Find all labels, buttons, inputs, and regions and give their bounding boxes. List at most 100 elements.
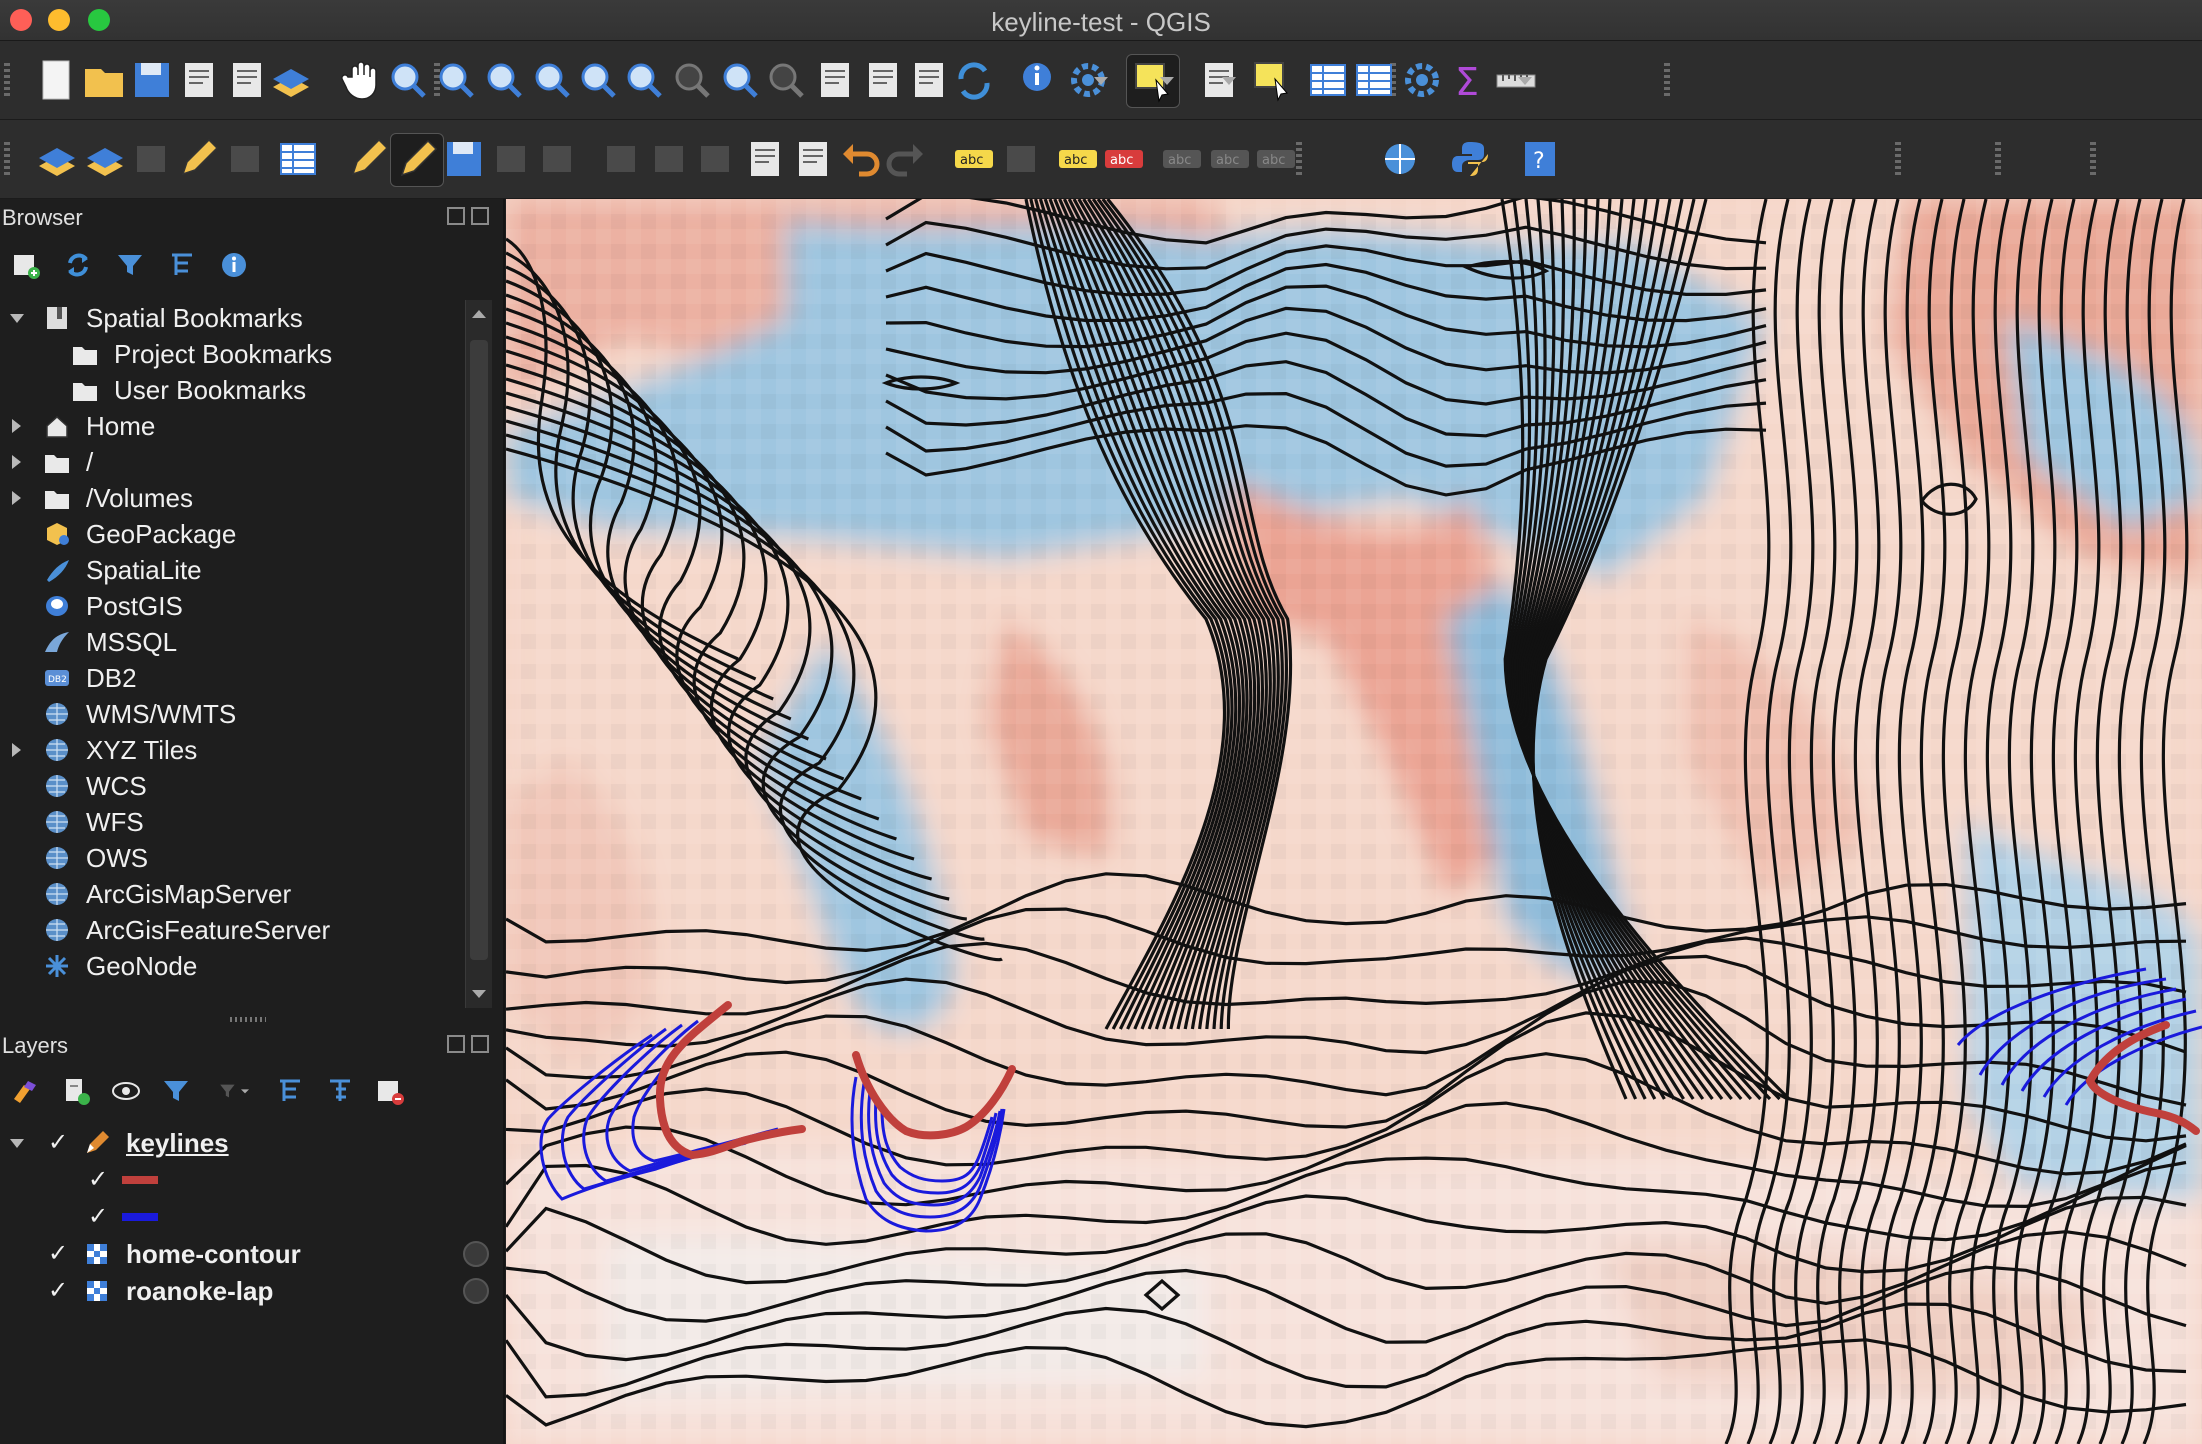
- undo-icon[interactable]: [786, 133, 838, 185]
- properties-info-icon[interactable]: [216, 247, 252, 283]
- new-project-icon[interactable]: [30, 54, 82, 106]
- style-manager-icon[interactable]: [8, 1073, 44, 1109]
- zoom-native-icon[interactable]: [714, 54, 766, 106]
- new-map-view-icon[interactable]: [856, 54, 908, 106]
- layer-visibility-checkbox[interactable]: ✓: [46, 1279, 70, 1303]
- statistics-icon[interactable]: [1396, 54, 1448, 106]
- browser-item[interactable]: XYZ Tiles: [0, 732, 464, 768]
- browser-item[interactable]: WCS: [0, 768, 464, 804]
- expand-arrow-icon[interactable]: [12, 455, 21, 469]
- expand-all-icon[interactable]: [272, 1073, 308, 1109]
- layer-item[interactable]: ✓ keylines: [0, 1125, 503, 1162]
- layer-visibility-checkbox[interactable]: ✓: [46, 1242, 70, 1266]
- diagram-tool-icon[interactable]: abc: [948, 133, 1000, 185]
- zoom-out-icon[interactable]: [526, 54, 578, 106]
- remove-layer-icon[interactable]: [372, 1073, 408, 1109]
- label-tool-icon[interactable]: [880, 133, 932, 185]
- open-attribute-table-icon[interactable]: [1348, 54, 1400, 106]
- refresh-icon[interactable]: [1014, 54, 1066, 106]
- add-group-icon[interactable]: [58, 1073, 94, 1109]
- collapse-all-icon[interactable]: [322, 1073, 358, 1109]
- save-layer-edits-icon[interactable]: [390, 133, 444, 187]
- save-project-icon[interactable]: [126, 54, 178, 106]
- tool-icon[interactable]: ?: [1514, 133, 1566, 185]
- refresh-icon[interactable]: [60, 247, 96, 283]
- dropdown-arrow[interactable]: [1160, 77, 1174, 85]
- zoom-last-icon[interactable]: [760, 54, 812, 106]
- layer-item[interactable]: ✓: [0, 1199, 503, 1236]
- expand-arrow-icon[interactable]: [10, 1139, 24, 1148]
- zoom-to-layer-icon[interactable]: [666, 54, 718, 106]
- select-features-icon[interactable]: [1192, 54, 1244, 106]
- add-selected-layers-icon[interactable]: [8, 247, 44, 283]
- panel-splitter[interactable]: [230, 1017, 266, 1022]
- layer-visibility-checkbox[interactable]: ✓: [86, 1168, 110, 1192]
- float-panel-button[interactable]: [447, 207, 465, 225]
- pan-icon[interactable]: [382, 54, 434, 106]
- digitizing-current-edits-icon[interactable]: [272, 133, 324, 185]
- change-label-icon[interactable]: abc: [1204, 133, 1256, 185]
- browser-item[interactable]: GeoPackage: [0, 516, 464, 552]
- layer-item[interactable]: ✓: [0, 1162, 503, 1199]
- new-spatialite-layer-icon[interactable]: [172, 133, 224, 185]
- zoom-to-selection-icon[interactable]: [618, 54, 670, 106]
- new-geopackage-layer-icon[interactable]: [78, 133, 130, 185]
- browser-item[interactable]: WFS: [0, 804, 464, 840]
- browser-item[interactable]: Spatial Bookmarks: [0, 300, 464, 336]
- float-panel-button[interactable]: [447, 1035, 465, 1053]
- vertex-tool-icon[interactable]: [486, 133, 538, 185]
- toggle-editing-icon[interactable]: [342, 133, 394, 185]
- show-hide-labels-icon[interactable]: abc: [1052, 133, 1104, 185]
- browser-item[interactable]: User Bookmarks: [0, 372, 464, 408]
- filter-legend-icon[interactable]: [158, 1073, 194, 1109]
- delete-selected-icon[interactable]: [596, 133, 648, 185]
- modify-attributes-icon[interactable]: [532, 133, 584, 185]
- expand-arrow-icon[interactable]: [10, 314, 24, 323]
- visibility-eye-icon[interactable]: [108, 1073, 144, 1109]
- browser-item[interactable]: ArcGisFeatureServer: [0, 912, 464, 948]
- map-render[interactable]: [506, 199, 2202, 1444]
- toolbar-grip[interactable]: [4, 63, 10, 99]
- deselect-all-icon[interactable]: [1302, 54, 1354, 106]
- close-panel-button[interactable]: [471, 1035, 489, 1053]
- browser-item[interactable]: MSSQL: [0, 624, 464, 660]
- pin-labels-icon[interactable]: [996, 133, 1048, 185]
- metasearch-icon[interactable]: abc: [1250, 133, 1302, 185]
- expand-arrow-icon[interactable]: [12, 419, 21, 433]
- zoom-in-icon[interactable]: [478, 54, 530, 106]
- filter-by-expression-icon[interactable]: [208, 1073, 258, 1109]
- toolbar-grip[interactable]: [1895, 142, 1901, 178]
- expand-arrow-icon[interactable]: [12, 743, 21, 757]
- browser-item[interactable]: GeoNode: [0, 948, 464, 984]
- map-canvas[interactable]: [506, 199, 2202, 1444]
- scroll-up-arrow[interactable]: [472, 310, 486, 318]
- browser-item[interactable]: Home: [0, 408, 464, 444]
- add-feature-icon[interactable]: [438, 133, 490, 185]
- new-virtual-layer-icon[interactable]: [220, 133, 272, 185]
- style-manager-icon[interactable]: [335, 54, 387, 106]
- close-panel-button[interactable]: [471, 207, 489, 225]
- layer-item[interactable]: ✓ home-contour: [0, 1236, 503, 1273]
- data-source-manager-icon[interactable]: [30, 133, 82, 185]
- toolbar-grip[interactable]: [1995, 142, 2001, 178]
- layer-visibility-checkbox[interactable]: ✓: [86, 1205, 110, 1229]
- rotate-label-icon[interactable]: abc: [1156, 133, 1208, 185]
- layer-item[interactable]: ✓ roanoke-lap: [0, 1273, 503, 1310]
- filter-icon[interactable]: [112, 247, 148, 283]
- move-label-icon[interactable]: abc: [1098, 133, 1150, 185]
- new-bookmark-icon[interactable]: [902, 54, 954, 106]
- pan-to-selection-icon[interactable]: [430, 54, 482, 106]
- layout-manager-icon[interactable]: [264, 54, 316, 106]
- new-temporary-scratch-layer-icon[interactable]: [126, 133, 178, 185]
- show-statistical-summary-icon[interactable]: [1490, 54, 1542, 106]
- cut-features-icon[interactable]: [644, 133, 696, 185]
- python-console-icon[interactable]: [1374, 133, 1426, 185]
- browser-item[interactable]: WMS/WMTS: [0, 696, 464, 732]
- select-by-value-icon[interactable]: [1246, 54, 1298, 106]
- browser-scrollbar[interactable]: [465, 300, 492, 1008]
- scroll-thumb[interactable]: [470, 340, 488, 960]
- layer-indicator-icon[interactable]: [463, 1278, 489, 1304]
- zoom-next-icon[interactable]: [808, 54, 860, 106]
- scroll-down-arrow[interactable]: [472, 990, 486, 998]
- save-as-icon[interactable]: [172, 54, 224, 106]
